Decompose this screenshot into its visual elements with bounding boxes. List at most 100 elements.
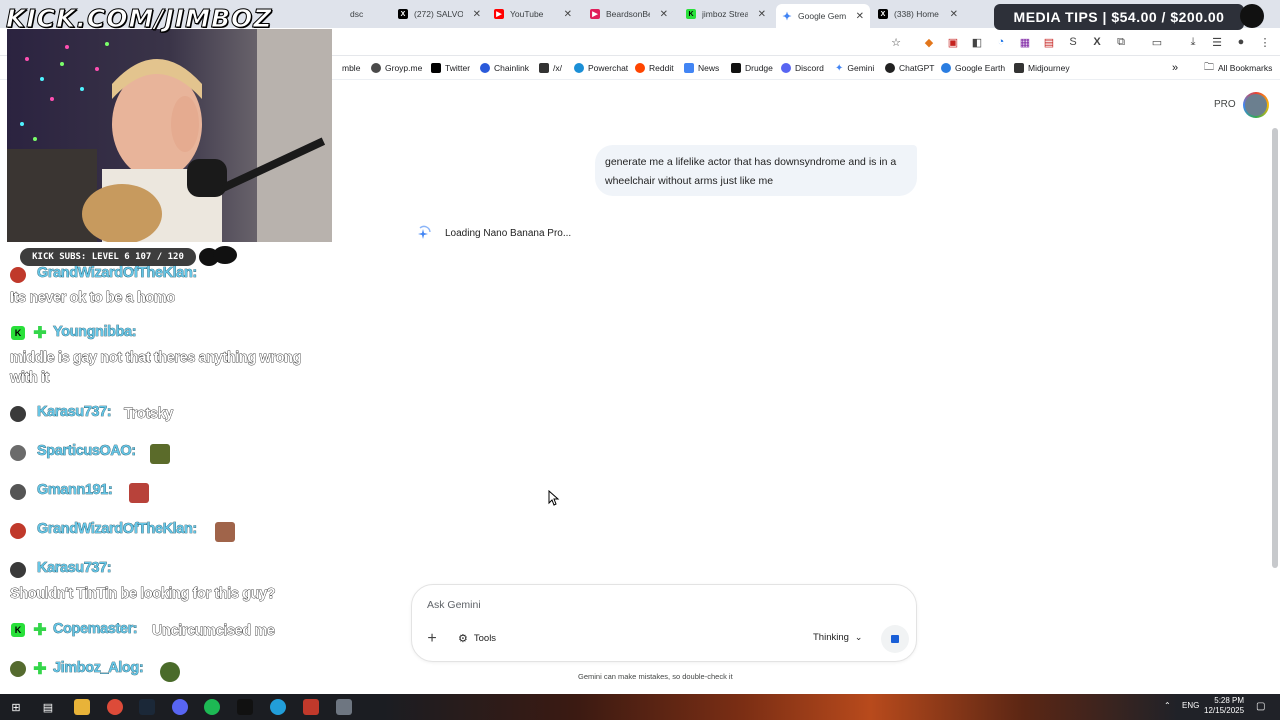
folder-icon: 🗀: [1204, 61, 1214, 73]
bookmark-item[interactable]: Twitter: [431, 61, 470, 75]
discord-icon: [781, 63, 791, 73]
chat-username: Gmann191:: [37, 482, 113, 499]
close-icon[interactable]: ✕: [564, 9, 572, 20]
all-bookmarks-button[interactable]: 🗀 All Bookmarks: [1204, 61, 1272, 75]
scrollbar[interactable]: [1272, 128, 1278, 568]
close-icon[interactable]: ✕: [660, 9, 668, 20]
tab-3[interactable]: ▶ BeardsonBea ✕: [584, 4, 674, 24]
bookmark-item[interactable]: /x/: [539, 61, 562, 75]
tools-label: Tools: [473, 633, 497, 644]
file-explorer-icon[interactable]: [74, 699, 90, 715]
chat-username: SparticusOAO:: [37, 443, 137, 460]
steam-icon[interactable]: [139, 699, 155, 715]
close-icon[interactable]: ✕: [473, 9, 481, 20]
news-icon: [684, 63, 694, 73]
stop-generation-button[interactable]: [881, 625, 909, 653]
language-indicator[interactable]: ENG: [1182, 701, 1199, 710]
x-icon: [431, 63, 441, 73]
metamask-icon[interactable]: ◆: [922, 35, 936, 49]
add-attachment-button[interactable]: +: [424, 630, 440, 647]
x-icon[interactable]: X: [1090, 35, 1104, 49]
powerchat-icon: [574, 63, 584, 73]
bookmark-label: Groyp.me: [385, 63, 423, 73]
bookmark-item[interactable]: Google Earth: [941, 61, 1005, 75]
task-view-icon[interactable]: ▤: [40, 699, 56, 715]
tab-label: Google Gemi: [798, 11, 846, 21]
tab-1[interactable]: X (272) SALVO ✕: [392, 4, 487, 24]
bookmark-label: Drudge: [745, 63, 773, 73]
close-icon[interactable]: ✕: [950, 9, 958, 20]
chrome-icon[interactable]: [107, 699, 123, 715]
avatar[interactable]: [1243, 92, 1269, 118]
download-icon[interactable]: ⤓: [1186, 35, 1200, 49]
tools-button[interactable]: ⚙ Tools: [458, 632, 496, 645]
extension-icon[interactable]: ▤: [1042, 35, 1056, 49]
bookmark-item[interactable]: Chainlink: [480, 61, 529, 75]
tab-4[interactable]: K jimboz Stream ✕: [680, 4, 772, 24]
bookmark-item[interactable]: Powerchat: [574, 61, 628, 75]
extension-icon[interactable]: ◔: [994, 35, 1008, 49]
sidepanel-icon[interactable]: ▭: [1150, 35, 1164, 49]
prompt-input-box[interactable]: [411, 584, 917, 662]
bookmark-item[interactable]: Drudge: [731, 61, 773, 75]
bookmark-item[interactable]: Reddit: [635, 61, 674, 75]
bookmark-item[interactable]: ✦ Gemini: [835, 61, 874, 75]
screen: dsc X (272) SALVO ✕ ▶ YouTube ✕ ▶ Beards…: [0, 0, 1280, 720]
extension-icon[interactable]: ▣: [946, 35, 960, 49]
clock[interactable]: 5:28 PM 12/15/2025: [1204, 696, 1244, 716]
mode-label: Thinking: [813, 632, 849, 643]
tab-6[interactable]: X (338) Home ✕: [872, 4, 964, 24]
bookmark-item[interactable]: ChatGPT: [885, 61, 934, 75]
bookmark-item[interactable]: Discord: [781, 61, 824, 75]
discord-icon[interactable]: [172, 699, 188, 715]
bookmark-label: Chainlink: [494, 63, 529, 73]
kick-icon: K: [686, 9, 696, 19]
bookmark-item[interactable]: News: [684, 61, 719, 75]
prompt-input[interactable]: Ask Gemini: [427, 599, 481, 611]
bookmarks-overflow-icon[interactable]: »: [1172, 61, 1178, 75]
windows-start-icon[interactable]: ⊞: [8, 699, 24, 715]
chat-username: Karasu737:: [37, 560, 112, 577]
terminal-icon[interactable]: [237, 699, 253, 715]
profile-icon[interactable]: ●: [1234, 35, 1248, 49]
tray-chevron-up-icon[interactable]: ⌃: [1164, 701, 1171, 710]
chat-message: Uncircumcised me: [152, 623, 276, 640]
menu-kebab-icon[interactable]: ⋮: [1258, 35, 1272, 49]
clock-time: 5:28 PM: [1214, 696, 1245, 705]
tab-2[interactable]: ▶ YouTube ✕: [488, 4, 578, 24]
chat-username: Karasu737:: [37, 404, 112, 421]
youtube-icon: ▶: [494, 9, 504, 19]
bookmark-star-icon[interactable]: ☆: [889, 35, 903, 49]
subs-progress-blob-icon: [199, 246, 237, 266]
spotify-icon[interactable]: [204, 699, 220, 715]
chat-emote: [215, 522, 235, 542]
reddit-icon: [635, 63, 645, 73]
bookmark-item[interactable]: mble: [342, 61, 360, 75]
extension-icon[interactable]: ◧: [970, 35, 984, 49]
close-icon[interactable]: ✕: [856, 11, 864, 22]
app-icon[interactable]: [336, 699, 352, 715]
puzzle-icon[interactable]: ⧉: [1114, 35, 1128, 49]
telegram-icon[interactable]: [270, 699, 286, 715]
chat-message: middle is gay not that theres anything w…: [10, 350, 302, 387]
bookmark-icon: [371, 63, 381, 73]
taskbar: [0, 694, 1280, 720]
tab-0[interactable]: dsc: [344, 4, 374, 24]
notification-icon[interactable]: ▢: [1256, 701, 1265, 712]
app-icon[interactable]: [303, 699, 319, 715]
model-mode-select[interactable]: Thinking ⌄: [813, 632, 862, 643]
chat-username: GrandWizardOfTheKlan:: [37, 265, 198, 282]
bookmark-item[interactable]: Groyp.me: [371, 61, 422, 75]
close-icon[interactable]: ✕: [758, 9, 766, 20]
reading-list-icon[interactable]: ☰: [1210, 35, 1224, 49]
subs-goal-bar: KICK SUBS: LEVEL 6 107 / 120: [20, 248, 196, 266]
chat-avatar: [10, 484, 26, 500]
extension-icon[interactable]: S: [1066, 35, 1080, 49]
gemini-spark-icon: ✦: [835, 62, 844, 74]
bookmark-label: Powerchat: [588, 63, 629, 73]
bookmark-label: Reddit: [649, 63, 674, 73]
bookmark-item[interactable]: Midjourney: [1014, 61, 1070, 75]
extension-icon[interactable]: ▦: [1018, 35, 1032, 49]
tab-5-active[interactable]: ✦ Google Gemi ✕: [776, 4, 870, 28]
bookmark-label: Discord: [795, 63, 824, 73]
